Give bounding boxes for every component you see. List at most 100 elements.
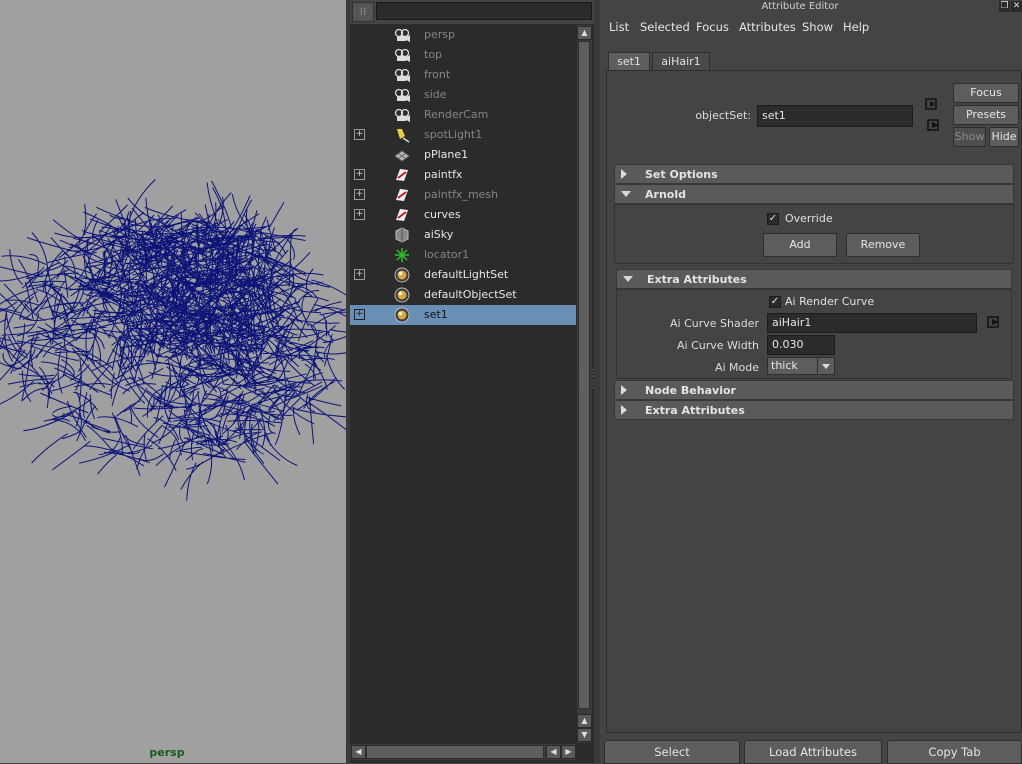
outliner-item[interactable]: + paintfx (350, 165, 576, 185)
outliner-item-label: pPlane1 (424, 148, 469, 161)
ai-render-curve-label: Ai Render Curve (785, 295, 875, 308)
outliner-item[interactable]: + defaultLightSet (350, 265, 576, 285)
input-connection-icon[interactable] (925, 98, 939, 110)
expand-arrow-icon (621, 385, 627, 395)
menu-selected[interactable]: Selected (640, 20, 690, 34)
filter-icon[interactable]: ⁞⁞ (352, 2, 374, 22)
outliner-horizontal-scrollbar[interactable]: ◀ ◀ ▶ (350, 744, 576, 760)
scroll-up-icon[interactable]: ▲ (577, 714, 592, 728)
outliner-item[interactable]: pPlane1 (350, 145, 576, 165)
expand-icon[interactable]: + (354, 209, 365, 220)
ai-curve-width-field[interactable]: 0.030 (767, 335, 835, 355)
outliner-item[interactable]: front (350, 65, 576, 85)
add-button[interactable]: Add (763, 233, 837, 257)
outliner-item[interactable]: aiSky (350, 225, 576, 245)
outliner-list: persp top front side RenderCam + spotLight1 pPl… (350, 25, 576, 743)
ai-mode-dropdown[interactable]: thick (767, 357, 835, 375)
collapse-arrow-icon (621, 191, 631, 197)
scroll-left-icon[interactable]: ◀ (351, 745, 366, 759)
scrollbar-thumb[interactable] (366, 745, 544, 759)
load-attributes-button[interactable]: Load Attributes (744, 740, 882, 764)
override-checkbox[interactable]: ✓ (767, 213, 779, 225)
outliner-item[interactable]: defaultObjectSet (350, 285, 576, 305)
scroll-right-icon[interactable]: ▶ (561, 745, 576, 759)
expand-icon[interactable]: + (354, 129, 365, 140)
resize-grip-icon[interactable]: ⋮⋮ ⋮⋮ (578, 368, 598, 390)
attribute-sections: Set Options Arnold ✓ Override Add Remove… (614, 158, 1014, 698)
outliner-item[interactable]: top (350, 45, 576, 65)
outliner-item[interactable]: persp (350, 25, 576, 45)
hair-geometry[interactable] (0, 0, 346, 763)
ai-curve-shader-label: Ai Curve Shader (670, 317, 759, 330)
objectset-label: objectSet: (695, 109, 751, 122)
hair-strands (0, 179, 346, 501)
show-button[interactable]: Show (953, 127, 986, 147)
section-node-behavior[interactable]: Node Behavior (614, 380, 1014, 400)
menu-show[interactable]: Show (802, 20, 833, 34)
expand-icon[interactable]: + (354, 309, 365, 320)
menu-focus[interactable]: Focus (696, 20, 729, 34)
outliner-search-bar: ⁞⁞ (350, 0, 594, 24)
presets-button[interactable]: Presets (953, 105, 1019, 125)
outliner-item[interactable]: locator1 (350, 245, 576, 265)
outliner-item[interactable]: + curves (350, 205, 576, 225)
tab-aihair1[interactable]: aiHair1 (652, 52, 710, 70)
remove-button[interactable]: Remove (846, 233, 920, 257)
scroll-up-icon[interactable]: ▲ (577, 26, 592, 40)
ai-curve-shader-field[interactable]: aiHair1 (767, 313, 977, 333)
menu-list[interactable]: List (609, 20, 629, 34)
outliner-item[interactable]: side (350, 85, 576, 105)
section-extra-attributes[interactable]: Extra Attributes (614, 400, 1014, 420)
outliner-item-label: set1 (424, 308, 448, 321)
section-set-options[interactable]: Set Options (614, 164, 1014, 184)
tab-set1[interactable]: set1 (608, 52, 650, 70)
float-window-icon[interactable]: ❐ (999, 1, 1010, 12)
outliner-item[interactable]: + spotLight1 (350, 125, 576, 145)
section-title: Arnold (645, 188, 686, 201)
outliner-item[interactable]: + paintfx_mesh (350, 185, 576, 205)
objectset-field[interactable]: set1 (757, 105, 913, 127)
paintfx-icon (396, 169, 408, 181)
expand-icon[interactable]: + (354, 189, 365, 200)
outliner-item[interactable]: + set1 (350, 305, 576, 325)
section-arnold[interactable]: Arnold (614, 184, 1014, 204)
ai-curve-width-label: Ai Curve Width (677, 339, 759, 352)
outliner-item-label: paintfx (424, 168, 463, 181)
set-icon (394, 267, 410, 283)
expand-icon[interactable]: + (354, 169, 365, 180)
expand-icon[interactable]: + (354, 269, 365, 280)
menu-help[interactable]: Help (843, 20, 869, 34)
spotlight-icon (397, 129, 410, 143)
ai-mode-label: Ai Mode (714, 361, 759, 374)
select-button[interactable]: Select (604, 740, 740, 764)
bottom-button-bar: Select Load Attributes Copy Tab (600, 739, 1022, 764)
outliner-item-label: paintfx_mesh (424, 188, 499, 201)
outliner-search-input[interactable] (376, 2, 592, 20)
menu-attributes[interactable]: Attributes (739, 20, 796, 34)
sky-icon (395, 227, 409, 243)
outliner-item-label: defaultLightSet (424, 268, 509, 281)
set-icon (394, 307, 410, 323)
ai-render-curve-checkbox[interactable]: ✓ (769, 296, 781, 308)
hide-button[interactable]: Hide (989, 127, 1019, 147)
section-extra-attributes-open[interactable]: Extra Attributes (616, 269, 1012, 289)
camera-icon (394, 108, 410, 122)
outliner-item-label: RenderCam (424, 108, 489, 121)
camera-icon (394, 88, 410, 102)
scroll-down-icon[interactable]: ▼ (577, 728, 592, 742)
map-connection-icon[interactable] (987, 316, 1001, 328)
camera-icon (394, 68, 410, 82)
copy-tab-button[interactable]: Copy Tab (887, 740, 1022, 764)
scroll-left-icon[interactable]: ◀ (546, 745, 561, 759)
close-icon[interactable]: ✕ (1011, 1, 1022, 12)
section-title: Extra Attributes (647, 273, 747, 286)
ai-mode-value: thick (771, 359, 798, 372)
output-connection-icon[interactable] (927, 119, 941, 131)
locator-icon (395, 248, 409, 262)
outliner-item[interactable]: RenderCam (350, 105, 576, 125)
attribute-editor-panel: Attribute Editor ❐ ✕ List Selected Focus… (600, 0, 1022, 764)
outliner-item-label: spotLight1 (424, 128, 483, 141)
viewport-panel[interactable]: persp (0, 0, 346, 763)
focus-button[interactable]: Focus (953, 83, 1019, 103)
outliner-item-label: aiSky (424, 228, 454, 241)
